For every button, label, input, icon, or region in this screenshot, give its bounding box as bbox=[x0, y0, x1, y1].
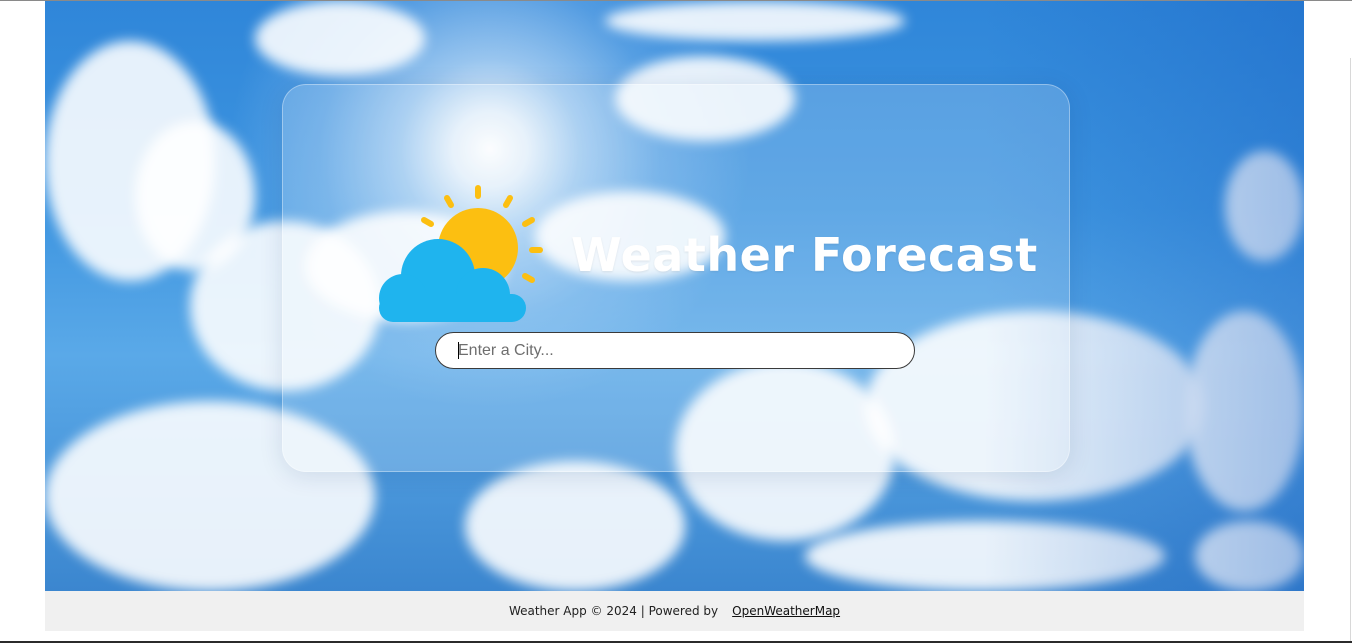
cloud-shape bbox=[805, 521, 1165, 591]
page-edge-divider bbox=[1350, 58, 1351, 641]
openweathermap-link[interactable]: OpenWeatherMap bbox=[732, 604, 840, 618]
page-title: Weather Forecast bbox=[571, 228, 1038, 282]
sun-behind-cloud-icon bbox=[379, 185, 543, 322]
city-search-input[interactable] bbox=[435, 332, 915, 369]
cloud-shape bbox=[465, 461, 685, 591]
footer: Weather App © 2024 | Powered by OpenWeat… bbox=[45, 591, 1304, 631]
footer-credit-text: Weather App © 2024 | Powered by bbox=[508, 604, 719, 618]
cloud-shape bbox=[1195, 521, 1304, 591]
cloud-shape bbox=[605, 1, 905, 41]
weather-app-page: Weather Forecast Weather App © 2024 | Po… bbox=[0, 0, 1352, 643]
cloud-shape bbox=[1185, 311, 1304, 511]
text-caret bbox=[458, 342, 459, 359]
cloud-shape bbox=[255, 1, 425, 76]
cloud-shape bbox=[1225, 151, 1304, 261]
